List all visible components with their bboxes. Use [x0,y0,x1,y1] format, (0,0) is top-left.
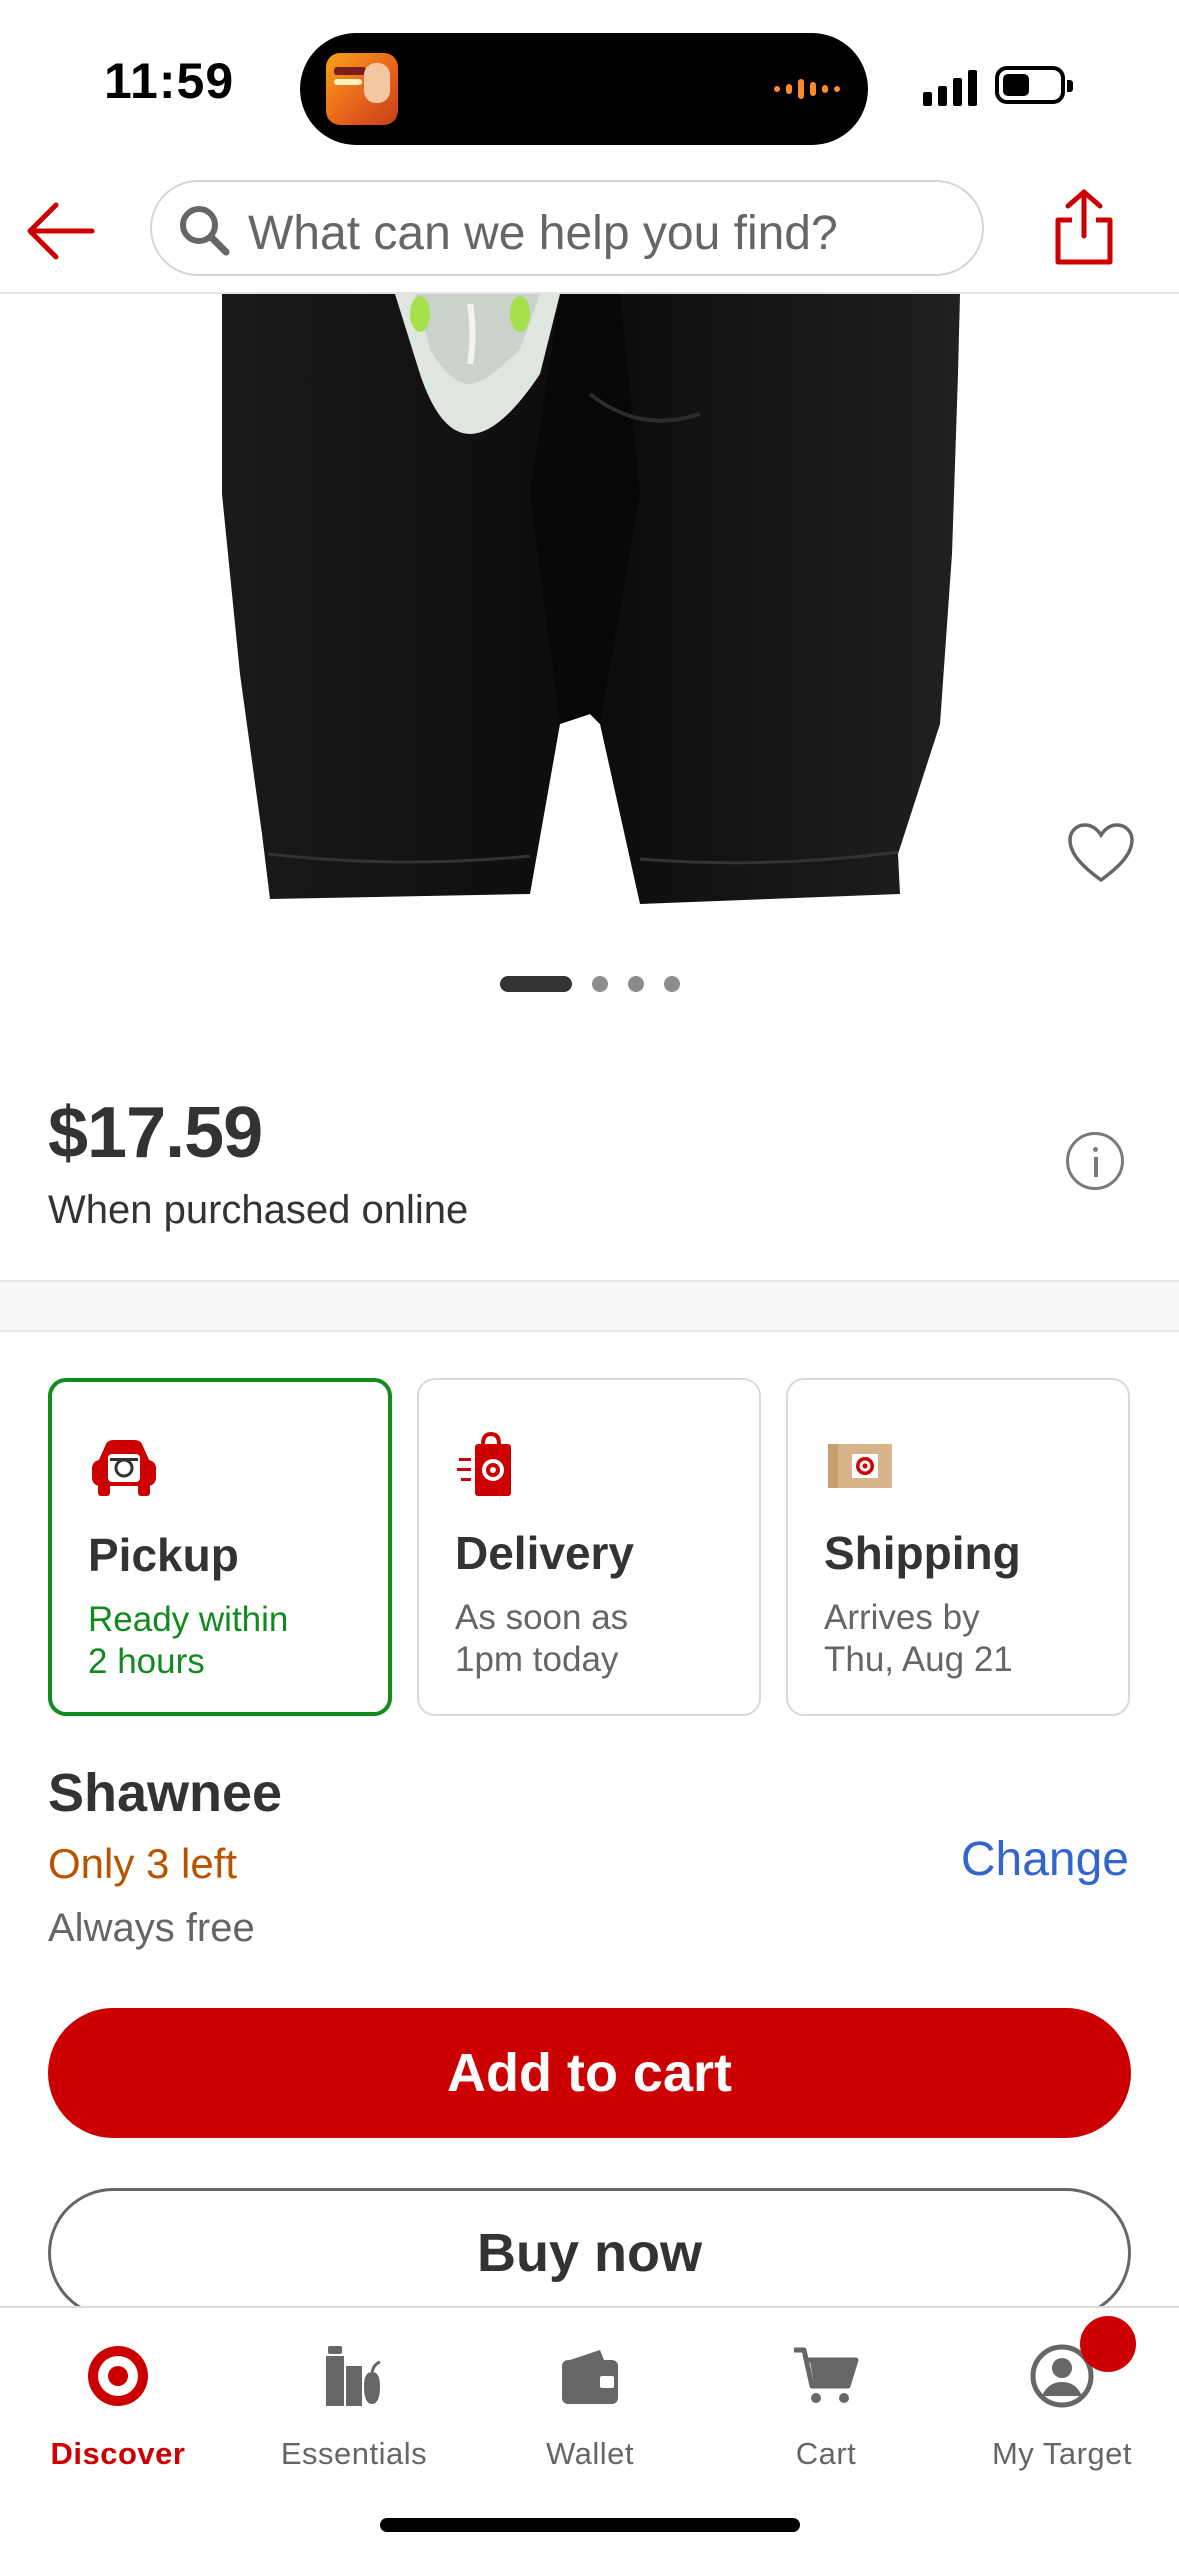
wallet-icon [562,2350,618,2404]
top-header: What can we help you find? [0,170,1179,294]
search-icon [180,206,230,256]
option-detail: Thu, Aug 21 [824,1640,1013,1679]
share-icon [1055,189,1113,265]
option-detail: Ready within [88,1600,289,1639]
notification-badge [1080,2316,1136,2372]
tab-label: Discover [50,2436,186,2471]
option-title: Delivery [455,1527,635,1579]
back-button[interactable] [26,198,96,264]
cart-icon [794,2347,859,2403]
arrow-left-icon [27,202,95,260]
option-detail: Arrives by [824,1598,980,1637]
change-store-link[interactable]: Change [961,1832,1129,1887]
tab-wallet[interactable]: Wallet [472,2328,708,2488]
option-detail: As soon as [455,1598,629,1637]
status-bar: 11:59 [0,0,1179,170]
home-indicator[interactable] [380,2518,800,2532]
battery-icon [995,66,1073,104]
now-playing-artwork [326,53,398,125]
audio-waveform-icon [774,75,840,103]
fulfillment-option-pickup[interactable]: Pickup Ready within 2 hours [48,1378,392,1716]
search-input[interactable]: What can we help you find? [248,206,838,261]
cellular-signal-icon [923,66,977,106]
add-to-cart-button[interactable]: Add to cart [48,2008,1131,2138]
tab-label: Cart [795,2436,857,2471]
pickup-fee-note: Always free [48,1906,255,1950]
tab-my-target[interactable]: My Target [944,2328,1179,2488]
search-bar[interactable]: What can we help you find? [150,180,984,276]
option-detail: 1pm today [455,1640,619,1679]
option-detail: 2 hours [88,1642,205,1681]
tab-cart[interactable]: Cart [708,2328,944,2488]
favorite-button[interactable] [1066,822,1136,886]
carousel-dot[interactable] [592,976,608,992]
essentials-icon [326,2346,381,2406]
product-price: $17.59 [48,1093,263,1173]
tab-essentials[interactable]: Essentials [236,2328,472,2488]
product-image-carousel[interactable] [0,294,1179,1054]
tab-discover[interactable]: Discover [0,2328,236,2488]
tab-label: My Target [991,2436,1133,2471]
option-title: Shipping [824,1527,1021,1579]
status-time: 11:59 [104,53,235,109]
dynamic-island[interactable] [300,33,868,145]
tab-label: Essentials [280,2436,428,2471]
buy-now-button[interactable]: Buy now [48,2188,1131,2318]
carousel-dot[interactable] [628,976,644,992]
heart-icon [1068,823,1134,883]
delivery-bag-icon [457,1431,511,1496]
shipping-box-icon [828,1444,892,1488]
fulfillment-option-shipping[interactable]: Shipping Arrives by Thu, Aug 21 [786,1378,1130,1716]
fulfillment-option-delivery[interactable]: Delivery As soon as 1pm today [417,1378,761,1716]
carousel-dot[interactable] [500,976,572,992]
product-photo [222,294,960,904]
price-info-button[interactable] [1066,1132,1124,1190]
section-divider [0,1280,1179,1332]
tab-label: Wallet [546,2436,634,2471]
target-bullseye-icon [88,2346,148,2406]
carousel-indicator [0,972,1179,996]
store-name: Shawnee [48,1763,283,1823]
share-button[interactable] [1052,186,1116,266]
carousel-dot[interactable] [664,976,680,992]
pickup-car-icon [92,1440,156,1496]
stock-status: Only 3 left [48,1840,238,1887]
price-subtext: When purchased online [48,1188,469,1232]
option-title: Pickup [88,1529,239,1581]
